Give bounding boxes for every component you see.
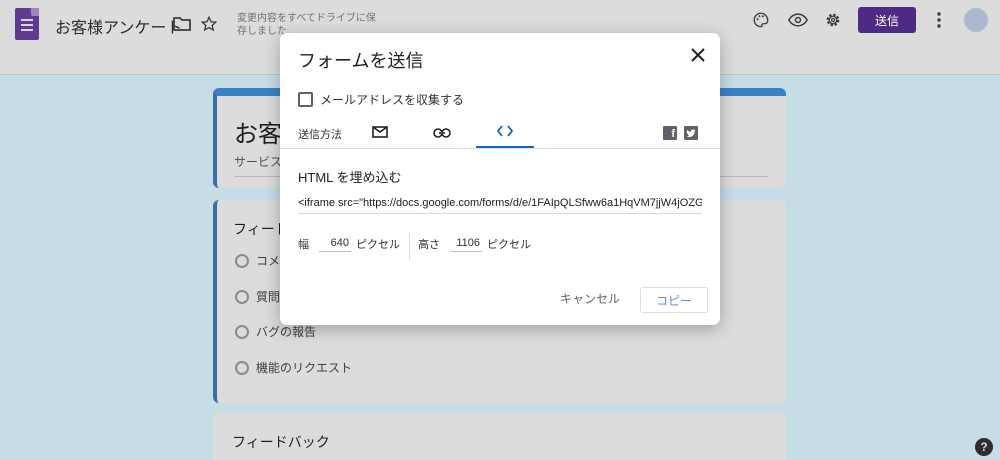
width-input[interactable]: 640 (319, 237, 351, 252)
tab-email[interactable] (351, 119, 409, 149)
height-label: 高さ (418, 239, 440, 251)
collect-email-checkbox[interactable] (298, 92, 313, 107)
radio-button[interactable] (235, 253, 249, 268)
embed-code-icon (496, 124, 514, 142)
facebook-icon[interactable]: f (663, 126, 677, 140)
tab-link[interactable] (413, 119, 471, 149)
question-card[interactable]: フィードバック (213, 413, 786, 460)
help-icon[interactable]: ? (975, 438, 993, 456)
cancel-button[interactable]: キャンセル (560, 290, 620, 307)
option-row: バグの報告 (235, 323, 316, 340)
embed-code-field[interactable]: <iframe src="https://docs.google.com/for… (298, 197, 702, 214)
radio-button[interactable] (235, 360, 249, 375)
height-row: 高さ 1106 ピクセル (418, 236, 531, 252)
twitter-icon[interactable] (684, 126, 698, 140)
link-icon (433, 125, 451, 143)
width-row: 幅 640 ピクセル (298, 236, 400, 252)
close-icon[interactable] (688, 45, 708, 65)
width-unit: ピクセル (356, 239, 400, 251)
width-label: 幅 (298, 239, 309, 251)
more-vert-icon[interactable] (932, 10, 946, 30)
divider (409, 234, 410, 260)
forms-logo[interactable] (15, 8, 39, 40)
star-icon[interactable] (199, 14, 219, 34)
tab-embed[interactable] (476, 119, 534, 149)
document-title[interactable]: お客様アンケート (55, 14, 182, 38)
copy-button[interactable]: コピー (640, 287, 708, 313)
collect-email-row: メールアドレスを収集する (298, 91, 464, 108)
option-label: 質問 (256, 290, 281, 304)
question-title[interactable]: フィードバック (232, 432, 330, 452)
radio-button[interactable] (235, 289, 249, 304)
dialog-title: フォームを送信 (298, 51, 424, 71)
collect-email-label: メールアドレスを収集する (320, 93, 465, 107)
send-form-dialog: フォームを送信 メールアドレスを収集する 送信方法 f HTML を埋め込む <… (280, 33, 720, 325)
option-label: バグの報告 (256, 325, 317, 339)
folder-icon[interactable] (172, 14, 192, 34)
send-button[interactable]: 送信 (858, 7, 916, 33)
option-label: 機能のリクエスト (256, 361, 353, 375)
eye-icon[interactable] (787, 10, 809, 30)
gear-icon[interactable] (823, 10, 843, 30)
palette-icon[interactable] (751, 10, 771, 30)
option-row: 機能のリクエスト (235, 359, 352, 376)
height-unit: ピクセル (487, 239, 531, 251)
divider (280, 148, 720, 149)
option-row: 質問 (235, 288, 280, 305)
avatar[interactable] (964, 8, 988, 32)
form-title[interactable]: お客 (234, 114, 282, 149)
radio-button[interactable] (235, 324, 249, 339)
mail-icon (372, 125, 388, 143)
send-via-label: 送信方法 (298, 129, 342, 141)
embed-html-title: HTML を埋め込む (298, 170, 402, 185)
height-input[interactable]: 1106 (450, 237, 482, 252)
